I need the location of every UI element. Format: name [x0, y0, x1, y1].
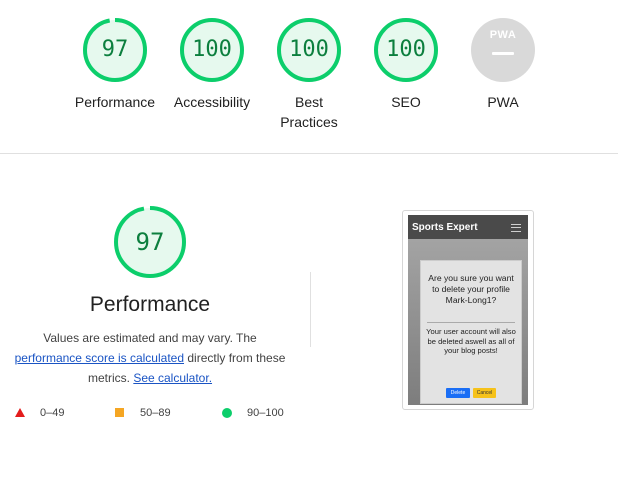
section-divider — [0, 153, 618, 154]
site-navbar: Sports Expert — [408, 215, 528, 239]
score-value: 97 — [101, 37, 129, 62]
modal-message: Your user account will also be deleted a… — [426, 327, 516, 356]
performance-score-link[interactable]: performance score is calculated — [15, 351, 184, 365]
cancel-button: Cancel — [473, 388, 496, 398]
legend-range: 90–100 — [247, 407, 284, 419]
not-applicable-dash — [492, 52, 514, 55]
score-value: 100 — [386, 37, 426, 62]
vertical-divider — [310, 272, 311, 347]
gauge-seo[interactable]: 100 SEO — [356, 17, 456, 112]
delete-confirm-modal: Are you sure you want to delete your pro… — [420, 260, 522, 404]
performance-description: Values are estimated and may vary. The p… — [0, 328, 300, 388]
final-screenshot[interactable]: Sports Expert Are you sure you want to d… — [402, 210, 534, 410]
pwa-badge: PWA — [470, 17, 536, 83]
score-legend: 0–49 50–89 90–100 — [15, 405, 305, 421]
delete-button: Delete — [446, 388, 470, 398]
performance-title: Performance — [89, 293, 211, 316]
legend-range: 0–49 — [40, 407, 65, 419]
description-text: Values are estimated and may vary. The — [43, 331, 257, 345]
description-text: metrics. — [87, 371, 130, 385]
gauge-label: PWA — [487, 94, 519, 110]
circle-icon — [222, 408, 232, 418]
score-ring: 100 — [276, 17, 342, 83]
gauge-accessibility[interactable]: 100 Accessibility — [162, 17, 262, 112]
score-ring: 100 — [179, 17, 245, 83]
description-text: directly from these — [187, 351, 286, 365]
gauge-performance[interactable]: 97 Performance — [65, 17, 165, 112]
site-brand: Sports Expert — [412, 222, 478, 233]
see-calculator-link[interactable]: See calculator. — [133, 371, 212, 385]
modal-question: Are you sure you want to delete your pro… — [428, 273, 514, 305]
legend-range: 50–89 — [140, 407, 171, 419]
gauge-pwa[interactable]: PWA PWA — [453, 17, 553, 112]
gauge-label: Accessibility — [173, 94, 251, 110]
triangle-icon — [15, 408, 25, 417]
score-value: 100 — [192, 37, 232, 62]
category-gauges: 97 Performance 100 Accessibility 100 Bes… — [0, 17, 618, 152]
square-icon — [115, 408, 124, 417]
pwa-icon: PWA — [489, 29, 517, 41]
hamburger-menu-icon — [511, 224, 521, 232]
gauge-label: Best Practices — [280, 94, 338, 130]
gauge-label: SEO — [391, 94, 421, 110]
screenshot-image: Sports Expert Are you sure you want to d… — [408, 215, 528, 405]
score-ring: 97 — [82, 17, 148, 83]
score-value: 100 — [289, 37, 329, 62]
performance-score-value: 97 — [135, 228, 165, 256]
gauge-label: Performance — [74, 94, 156, 110]
modal-divider — [427, 322, 515, 323]
performance-summary: 97 Performance Values are estimated and … — [0, 205, 300, 419]
score-ring: 100 — [373, 17, 439, 83]
performance-score-ring: 97 — [113, 205, 187, 279]
gauge-best-practices[interactable]: 100 Best Practices — [259, 17, 359, 132]
